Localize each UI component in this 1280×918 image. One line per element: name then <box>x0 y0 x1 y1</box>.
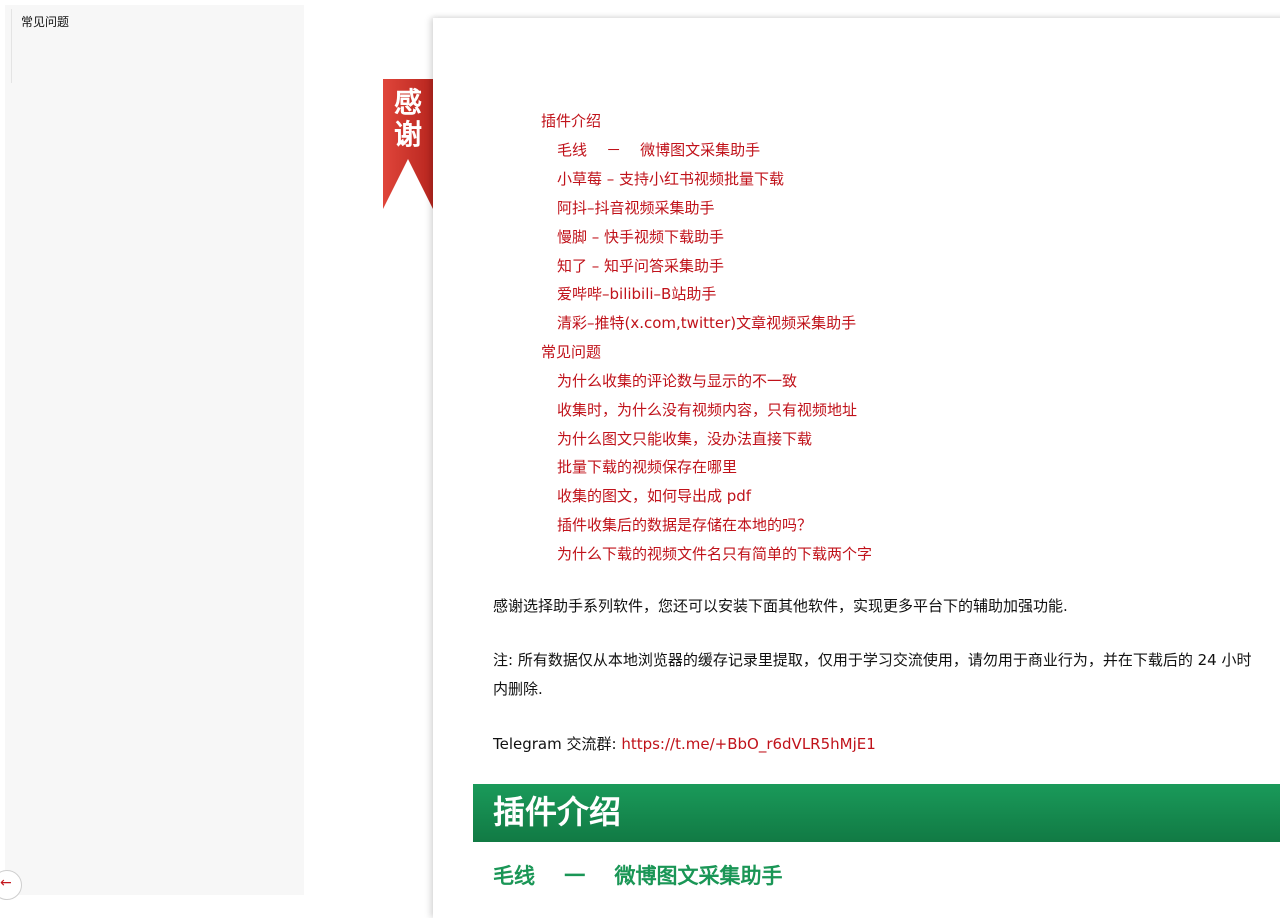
toc-item-xiaocaomei[interactable]: 小草莓 – 支持小红书视频批量下载 <box>557 168 784 189</box>
toc-item-manjiao[interactable]: 慢脚 – 快手视频下载助手 <box>557 226 724 247</box>
toc-section-plugins[interactable]: 插件介绍 <box>541 110 601 131</box>
thanks-ribbon: 感谢 <box>383 79 433 209</box>
toc-item-qingcai[interactable]: 清彩–推特(x.com,twitter)文章视频采集助手 <box>557 312 856 333</box>
sidebar-item-faq[interactable]: 常见问题 <box>21 13 69 30</box>
arrow-left-icon: ← <box>0 875 12 891</box>
toc-item-faq-5[interactable]: 收集的图文，如何导出成 pdf <box>557 485 751 506</box>
toc-item-aibibi[interactable]: 爱哔哔–bilibili–B站助手 <box>557 283 716 304</box>
toc-item-adou[interactable]: 阿抖–抖音视频采集助手 <box>557 197 715 218</box>
disclaimer-note: 注: 所有数据仅从本地浏览器的缓存记录里提取，仅用于学习交流使用，请勿用于商业行… <box>493 651 1252 698</box>
toc-item-faq-2[interactable]: 收集时，为什么没有视频内容，只有视频地址 <box>557 399 857 420</box>
sidebar-divider <box>11 9 12 83</box>
section-header-plugins: 插件介绍 <box>473 784 1280 842</box>
toc-item-faq-6[interactable]: 插件收集后的数据是存储在本地的吗？ <box>557 514 812 535</box>
intro-paragraph: 感谢选择助手系列软件，您还可以安装下面其他软件，实现更多平台下的辅助加强功能. <box>493 597 1068 615</box>
sidebar: 常见问题 <box>5 5 304 895</box>
toc-item-faq-7[interactable]: 为什么下载的视频文件名只有简单的下载两个字 <box>557 543 872 564</box>
toc-item-faq-1[interactable]: 为什么收集的评论数与显示的不一致 <box>557 370 797 391</box>
toc-item-faq-4[interactable]: 批量下载的视频保存在哪里 <box>557 456 737 477</box>
telegram-line: Telegram 交流群: https://t.me/+BbO_r6dVLR5h… <box>493 730 1263 759</box>
toc-item-zhiliao[interactable]: 知了 – 知乎问答采集助手 <box>557 255 724 276</box>
sub-heading-maoxian: 毛线 一 微博图文采集助手 <box>493 864 783 888</box>
telegram-label: Telegram 交流群: <box>493 735 622 753</box>
toc-section-faq[interactable]: 常见问题 <box>541 341 601 362</box>
toc-item-faq-3[interactable]: 为什么图文只能收集，没办法直接下载 <box>557 428 812 449</box>
section-title: 插件介绍 <box>493 793 622 831</box>
telegram-link[interactable]: https://t.me/+BbO_r6dVLR5hMjE1 <box>621 735 875 753</box>
toc-item-maoxian[interactable]: 毛线 － 微博图文采集助手 <box>557 139 760 160</box>
document-page: 插件介绍 毛线 － 微博图文采集助手 小草莓 – 支持小红书视频批量下载 阿抖–… <box>433 18 1280 918</box>
ribbon-label: 感谢 <box>393 86 422 151</box>
